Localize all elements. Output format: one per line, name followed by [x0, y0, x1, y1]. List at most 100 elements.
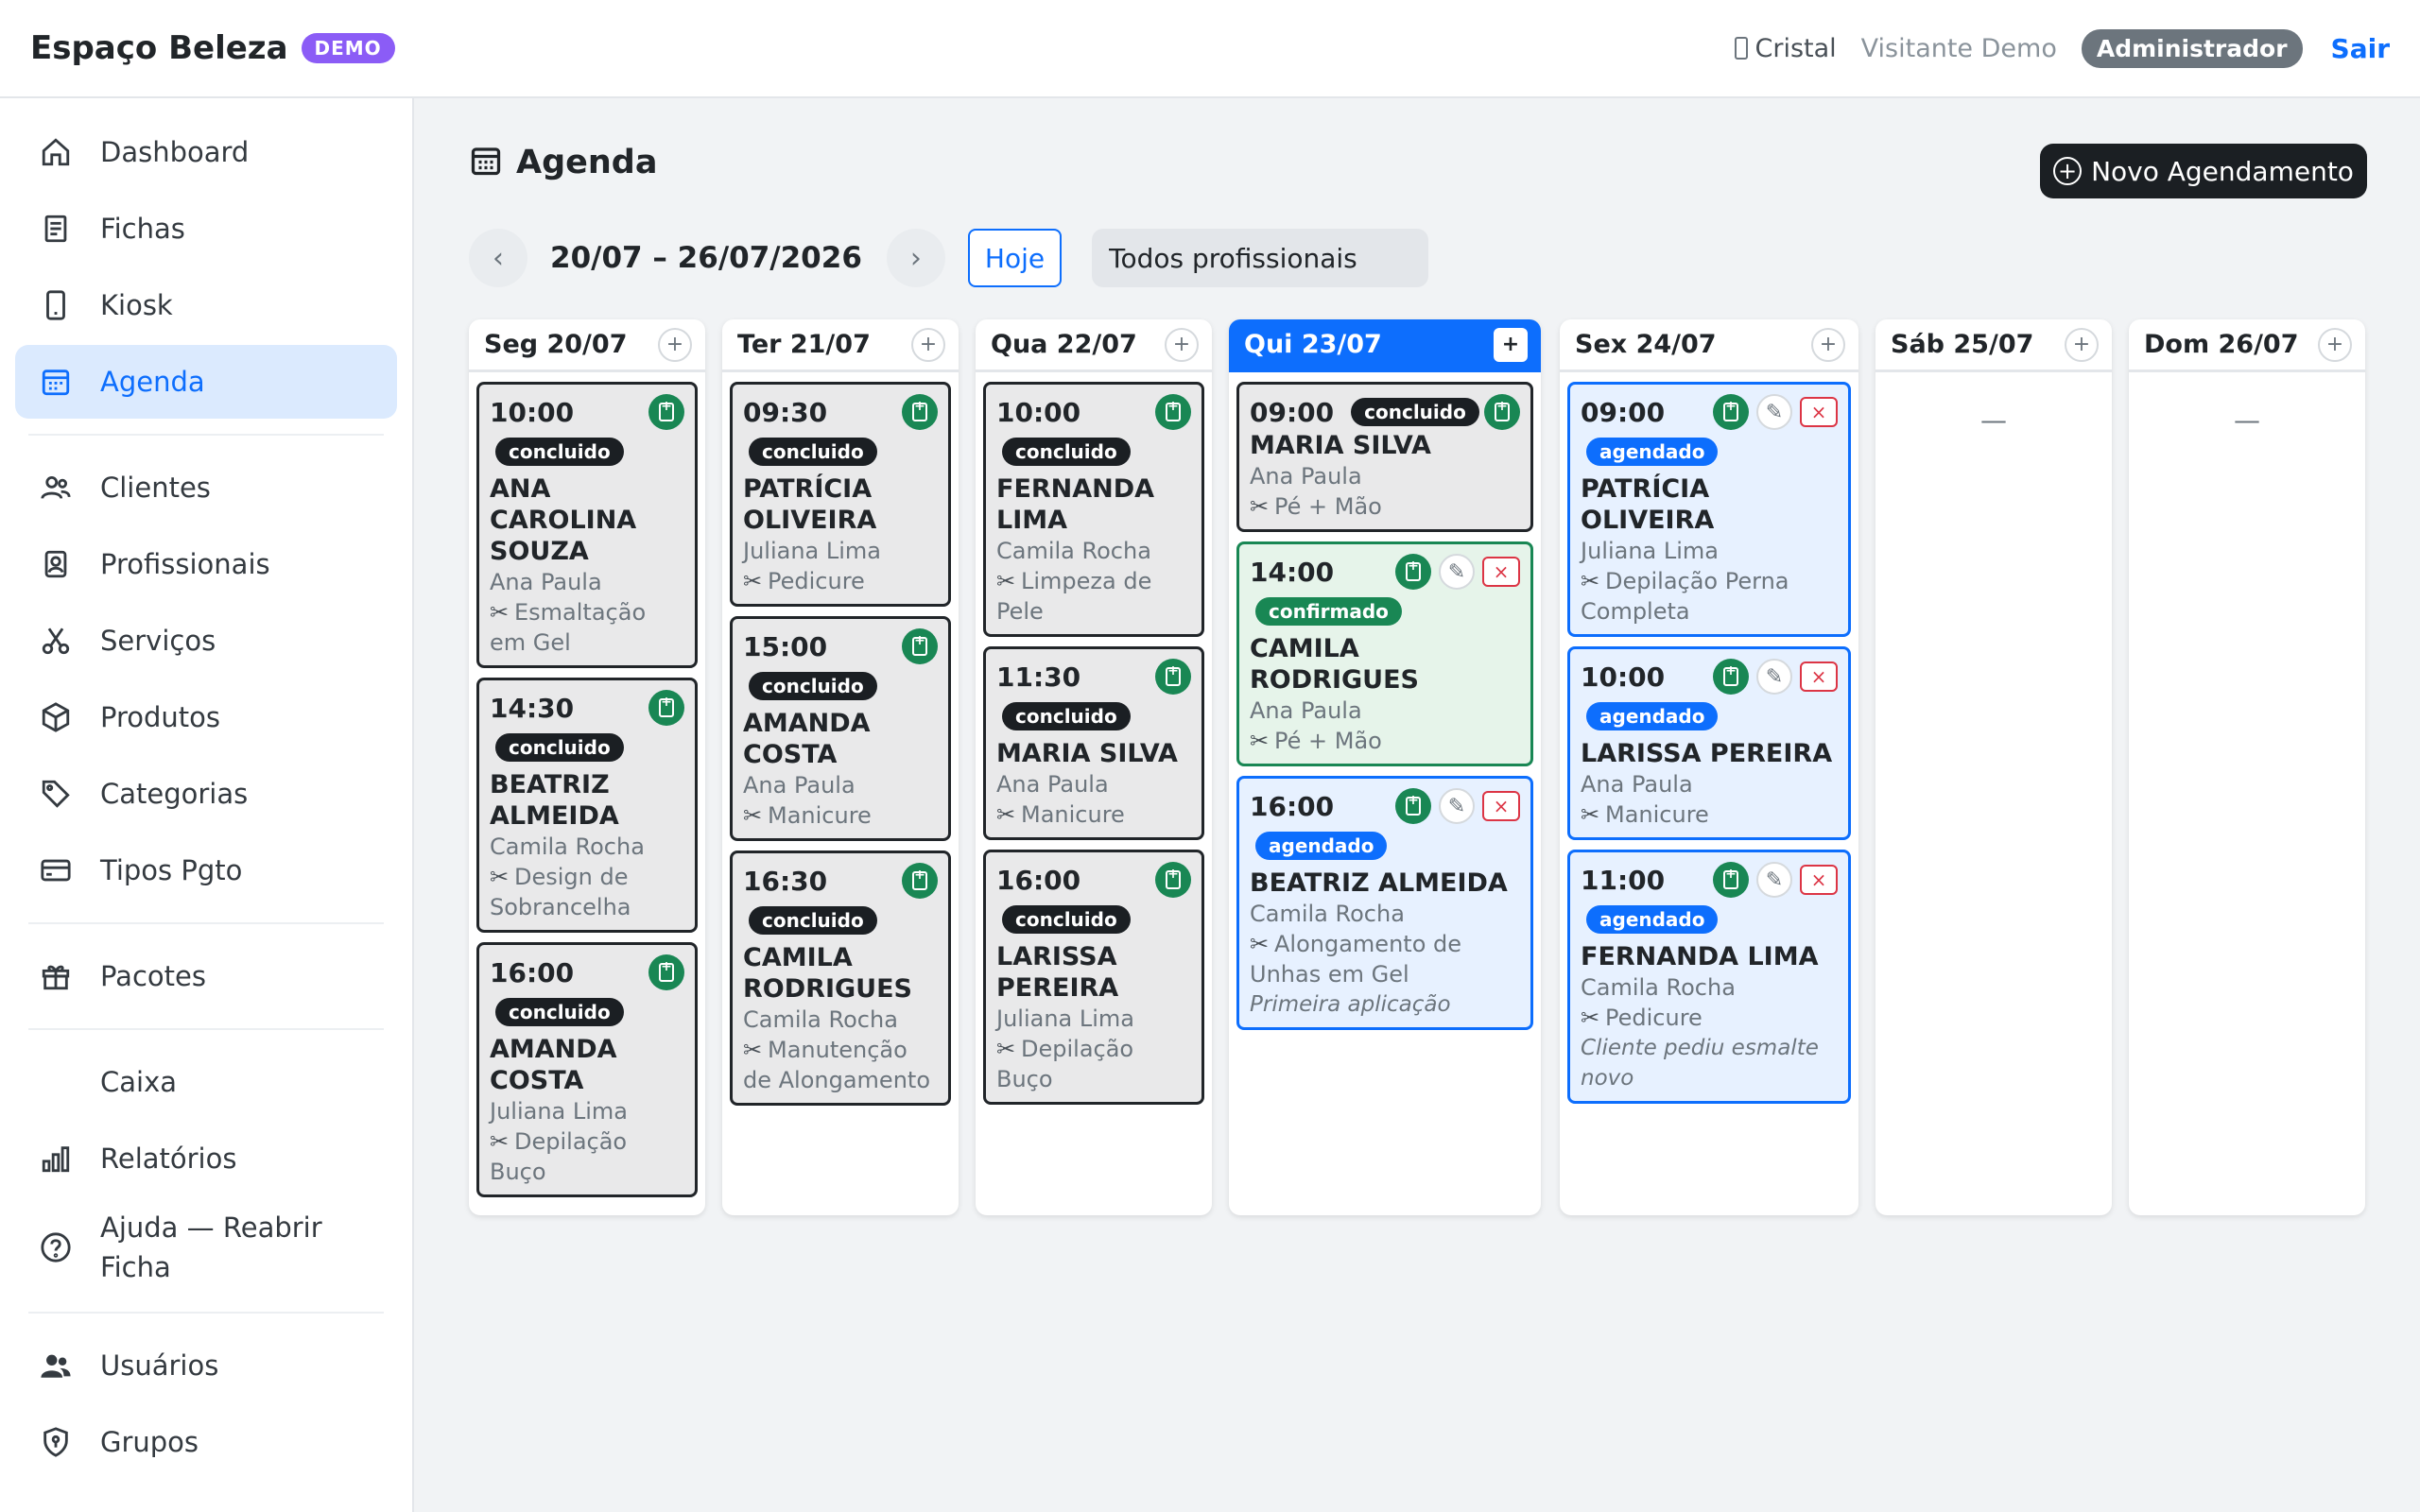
- sidebar-divider: [28, 1312, 384, 1314]
- edit-appointment-button[interactable]: ✎: [1756, 659, 1792, 695]
- sidebar-item-ajuda[interactable]: Ajuda — Reabrir Ficha: [15, 1198, 397, 1297]
- sidebar-item-clientes[interactable]: Clientes: [15, 451, 397, 524]
- day-column: Seg 20/07 +10:00 concluido ANA CAROLINA SOU…: [469, 319, 705, 1215]
- add-appointment-day-button[interactable]: +: [1811, 327, 1845, 362]
- status-badge: concluido: [749, 906, 877, 935]
- top-navbar: Espaço Beleza DEMO Cristal Visitante Dem…: [0, 0, 2420, 98]
- appointment-header: 10:00: [490, 394, 684, 430]
- appointment-time: 16:30: [743, 865, 828, 897]
- service-line: ✂ Manicure: [1581, 799, 1838, 830]
- open-ficha-button[interactable]: [902, 394, 938, 430]
- sidebar-item-usuarios[interactable]: Usuários: [15, 1329, 397, 1402]
- open-ficha-button[interactable]: [1155, 394, 1191, 430]
- sidebar-item-produtos[interactable]: Produtos: [15, 680, 397, 754]
- open-ficha-button[interactable]: [1713, 659, 1749, 695]
- appointment-card[interactable]: 09:30 concluido PATRÍCIA OLIVEIRA Juliana L…: [730, 382, 951, 607]
- cancel-appointment-button[interactable]: ×: [1800, 865, 1838, 895]
- sidebar-item-kiosk[interactable]: Kiosk: [15, 268, 397, 342]
- status-row: concluido: [743, 899, 938, 942]
- logout-link[interactable]: Sair: [2331, 33, 2390, 64]
- sidebar: Dashboard Fichas Kiosk Agenda Clientes P…: [0, 98, 414, 1512]
- professional-name: Ana Paula: [996, 771, 1109, 798]
- sidebar-item-agenda[interactable]: Agenda: [15, 345, 397, 419]
- day-name: Dom 26/07: [2144, 330, 2299, 359]
- add-appointment-day-button[interactable]: +: [2065, 327, 2099, 362]
- open-ficha-button[interactable]: [648, 690, 684, 726]
- cancel-appointment-button[interactable]: ×: [1800, 397, 1838, 427]
- appointment-card[interactable]: 11:00✎×agendadoFERNANDA LIMACamila Rocha…: [1567, 850, 1851, 1104]
- status-row: concluido: [996, 695, 1191, 738]
- appointment-card[interactable]: 10:00 concluido ANA CAROLINA SOUZA Ana Paul…: [476, 382, 698, 668]
- service-name: Pé + Mão: [1274, 728, 1382, 754]
- appointment-card[interactable]: 14:00 ✎× confirmado CAMILA RODRIGUESAna Pau…: [1236, 541, 1533, 766]
- ficha-plus-icon: [1406, 793, 1421, 816]
- cancel-appointment-button[interactable]: ×: [1482, 791, 1520, 821]
- appointment-card[interactable]: 14:30 concluido BEATRIZ ALMEIDACamila Roch…: [476, 678, 698, 933]
- open-ficha-button[interactable]: [1484, 394, 1520, 430]
- ficha-plus-icon: [659, 959, 674, 982]
- open-ficha-button[interactable]: [1713, 862, 1749, 898]
- add-appointment-day-button[interactable]: +: [911, 327, 945, 362]
- sidebar-item-relatorios[interactable]: Relatórios: [15, 1122, 397, 1195]
- service-line: ✂ Depilação Buço: [490, 1126, 684, 1187]
- appointment-card[interactable]: 10:00✎×agendadoLARISSA PEREIRAAna Paula✂…: [1567, 646, 1851, 840]
- sidebar-item-dashboard[interactable]: Dashboard: [15, 115, 397, 189]
- sidebar-item-caixa[interactable]: Caixa: [15, 1045, 397, 1119]
- edit-appointment-button[interactable]: ✎: [1756, 394, 1792, 430]
- sidebar-item-tipos-pgto[interactable]: Tipos Pgto: [15, 833, 397, 907]
- open-ficha-button[interactable]: [648, 954, 684, 990]
- add-appointment-day-button[interactable]: +: [1165, 327, 1199, 362]
- appointment-card[interactable]: 09:00✎×agendadoPATRÍCIA OLIVEIRAJuliana …: [1567, 382, 1851, 637]
- professional-filter-select[interactable]: Todos profissionais: [1092, 229, 1429, 287]
- current-user: Cristal: [1734, 34, 1837, 63]
- client-name: FERNANDA LIMA: [1581, 942, 1819, 971]
- sidebar-item-pacotes[interactable]: Pacotes: [15, 939, 397, 1013]
- open-ficha-button[interactable]: [1713, 394, 1749, 430]
- cancel-appointment-button[interactable]: ×: [1482, 557, 1520, 587]
- edit-appointment-button[interactable]: ✎: [1439, 554, 1475, 590]
- open-ficha-button[interactable]: [1155, 862, 1191, 898]
- open-ficha-button[interactable]: [1395, 554, 1431, 590]
- edit-appointment-button[interactable]: ✎: [1439, 788, 1475, 824]
- service-name: Manutenção de Alongamento: [743, 1037, 930, 1093]
- sidebar-item-grupos[interactable]: Grupos: [15, 1405, 397, 1479]
- open-ficha-button[interactable]: [902, 863, 938, 899]
- prev-week-button[interactable]: ‹: [469, 229, 527, 287]
- sidebar-item-label: Profissionais: [100, 548, 270, 580]
- appointment-header: 16:30: [743, 863, 938, 899]
- add-appointment-day-button[interactable]: +: [658, 327, 692, 362]
- service-name: Limpeza de Pele: [996, 568, 1152, 625]
- client-name: ANA CAROLINA SOUZA: [490, 474, 637, 566]
- appointment-card[interactable]: 09:00concluidoMARIA SILVAAna Paula✂Pé + …: [1236, 382, 1533, 532]
- appointment-actions: [902, 863, 938, 899]
- plus-circle-icon: +: [2053, 157, 2083, 185]
- client-name: LARISSA PEREIRA: [996, 942, 1119, 1003]
- appointment-card[interactable]: 16:00 concluido AMANDA COSTA Juliana Lima✂D…: [476, 942, 698, 1197]
- appointment-card[interactable]: 16:00 concluido LARISSA PEREIRAJuliana Lim…: [983, 850, 1204, 1105]
- sidebar-item-fichas[interactable]: Fichas: [15, 192, 397, 266]
- cancel-appointment-button[interactable]: ×: [1800, 662, 1838, 692]
- open-ficha-button[interactable]: [1395, 788, 1431, 824]
- new-appointment-button[interactable]: + Novo Agendamento: [2040, 144, 2367, 198]
- edit-appointment-button[interactable]: ✎: [1756, 862, 1792, 898]
- status-row: concluido: [996, 898, 1191, 941]
- sidebar-item-label: Pacotes: [100, 960, 206, 992]
- open-ficha-button[interactable]: [648, 394, 684, 430]
- appointment-card[interactable]: 11:30concluidoMARIA SILVAAna Paula✂Manic…: [983, 646, 1204, 840]
- add-appointment-day-button[interactable]: +: [2318, 327, 2352, 362]
- open-ficha-button[interactable]: [1155, 659, 1191, 695]
- brand-name[interactable]: Espaço Beleza: [30, 29, 288, 67]
- sidebar-item-profissionais[interactable]: Profissionais: [15, 527, 397, 601]
- appointment-card[interactable]: 16:30 concluido CAMILA RODRIGUESCamila Roc…: [730, 850, 951, 1106]
- appointment-header: 15:00: [743, 628, 938, 664]
- sidebar-item-categorias[interactable]: Categorias: [15, 757, 397, 831]
- appointment-card[interactable]: 15:00concluidoAMANDA COSTAAna Paula✂Mani…: [730, 616, 951, 841]
- ficha-plus-icon: [659, 399, 674, 421]
- appointment-card[interactable]: 16:00✎×agendadoBEATRIZ ALMEIDACamila Roc…: [1236, 776, 1533, 1030]
- next-week-button[interactable]: ›: [886, 229, 945, 287]
- appointment-card[interactable]: 10:00concluidoFERNANDA LIMACamila Rocha✂…: [983, 382, 1204, 637]
- sidebar-item-servicos[interactable]: Serviços: [15, 604, 397, 678]
- today-button[interactable]: Hoje: [967, 229, 1063, 287]
- open-ficha-button[interactable]: [902, 628, 938, 664]
- add-appointment-day-button[interactable]: +: [1494, 327, 1528, 362]
